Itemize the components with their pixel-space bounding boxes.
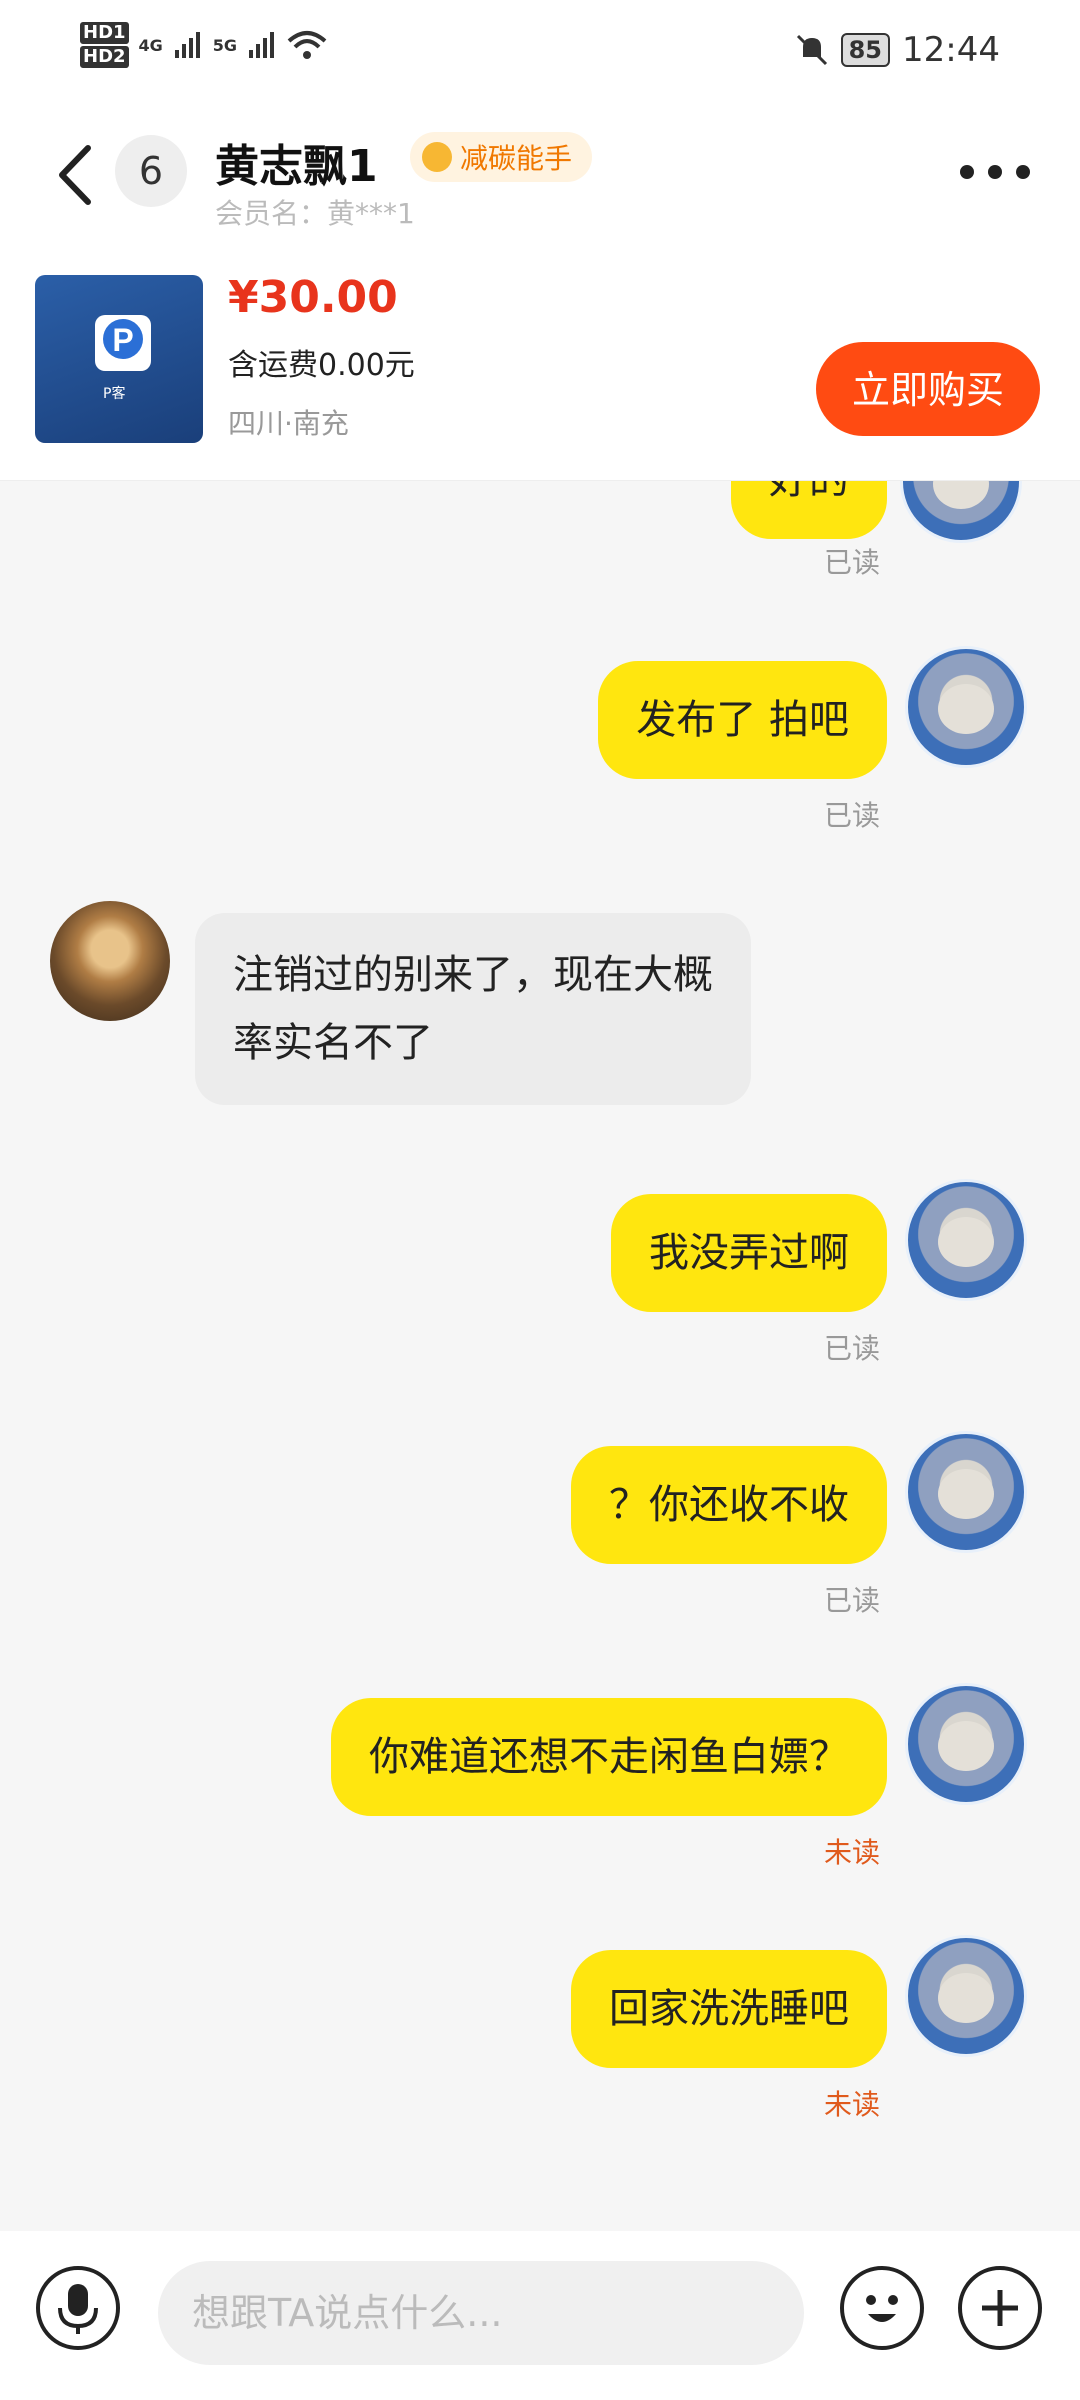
- message-bubble[interactable]: ？你还收不收: [571, 1446, 887, 1564]
- network-5g-icon: 5G: [212, 35, 238, 55]
- message-bubble[interactable]: 好的: [731, 481, 887, 539]
- carbon-badge-label: 减碳能手: [460, 142, 573, 175]
- signal-bars-icon: [249, 32, 275, 58]
- clock: 12:44: [902, 30, 1000, 70]
- smiley-icon: [866, 2295, 898, 2322]
- chat-header: 6 黄志飘1 减碳能手 会员名：黄***1: [0, 110, 1080, 260]
- app-logo-icon: [95, 315, 151, 371]
- shipping-fee: 含运费0.00元: [228, 348, 415, 383]
- signal-indicators: HD1 HD2 4G 5G: [80, 22, 327, 68]
- my-avatar[interactable]: [905, 1179, 1027, 1301]
- more-actions-button[interactable]: [958, 2266, 1042, 2350]
- dot-icon: [988, 165, 1002, 179]
- product-location: 四川·南充: [228, 407, 349, 440]
- more-options-button[interactable]: [960, 160, 1030, 184]
- product-image-caption: P客: [103, 386, 126, 402]
- contact-name[interactable]: 黄志飘1: [215, 130, 378, 194]
- message-bubble[interactable]: 我没弄过啊: [611, 1194, 887, 1312]
- voice-input-button[interactable]: [36, 2266, 120, 2350]
- unread-count-badge[interactable]: 6: [115, 135, 187, 207]
- emoji-button[interactable]: [840, 2266, 924, 2350]
- message-bubble[interactable]: 发布了 拍吧: [598, 661, 887, 779]
- product-price: ¥30.00: [228, 272, 398, 323]
- dot-icon: [1016, 165, 1030, 179]
- contact-avatar[interactable]: [50, 901, 170, 1021]
- wifi-icon: [287, 31, 327, 59]
- read-status: 已读: [823, 546, 880, 579]
- message-bubble[interactable]: 回家洗洗睡吧: [571, 1950, 887, 2068]
- back-arrow-icon[interactable]: [50, 140, 100, 210]
- read-status: 已读: [823, 1584, 880, 1617]
- signal-bars-icon: [174, 32, 200, 58]
- my-avatar[interactable]: [900, 481, 1022, 543]
- message-bubble[interactable]: 你难道还想不走闲鱼白嫖？: [331, 1698, 887, 1816]
- message-bubble[interactable]: 注销过的别来了，现在大概率实名不了: [195, 913, 751, 1105]
- message-input[interactable]: [158, 2261, 804, 2365]
- unread-status: 未读: [823, 1836, 880, 1869]
- product-image[interactable]: P客: [35, 275, 203, 443]
- buy-now-button[interactable]: 立即购买: [816, 342, 1040, 436]
- unread-status: 未读: [823, 2088, 880, 2121]
- product-card[interactable]: P客 ¥30.00 含运费0.00元 四川·南充 立即购买: [0, 260, 1080, 481]
- battery-indicator: 85: [840, 33, 891, 67]
- message-list[interactable]: 好的 已读 发布了 拍吧 已读 注销过的别来了，现在大概率实名不了 我没弄过啊 …: [0, 481, 1080, 2231]
- plus-icon: [982, 2290, 1018, 2326]
- hd1-icon: HD1: [80, 22, 129, 44]
- dot-icon: [960, 165, 974, 179]
- read-status: 已读: [823, 1332, 880, 1365]
- hd-indicators: HD1 HD2: [80, 22, 129, 68]
- status-right: 85 12:44: [795, 30, 1000, 70]
- my-avatar[interactable]: [905, 1683, 1027, 1805]
- microphone-icon: [58, 2284, 98, 2334]
- member-name: 会员名：黄***1: [215, 197, 415, 230]
- network-4g-icon: 4G: [138, 35, 163, 55]
- mute-bell-icon: [796, 34, 827, 66]
- carbon-badge[interactable]: 减碳能手: [410, 132, 593, 182]
- input-bar: [0, 2231, 1080, 2400]
- my-avatar[interactable]: [905, 646, 1027, 768]
- my-avatar[interactable]: [905, 1935, 1027, 2057]
- hd2-icon: HD2: [80, 46, 129, 68]
- read-status: 已读: [823, 799, 880, 832]
- status-bar: HD1 HD2 4G 5G 85 12:44: [0, 0, 1080, 110]
- my-avatar[interactable]: [905, 1431, 1027, 1553]
- leaf-icon: [422, 142, 452, 172]
